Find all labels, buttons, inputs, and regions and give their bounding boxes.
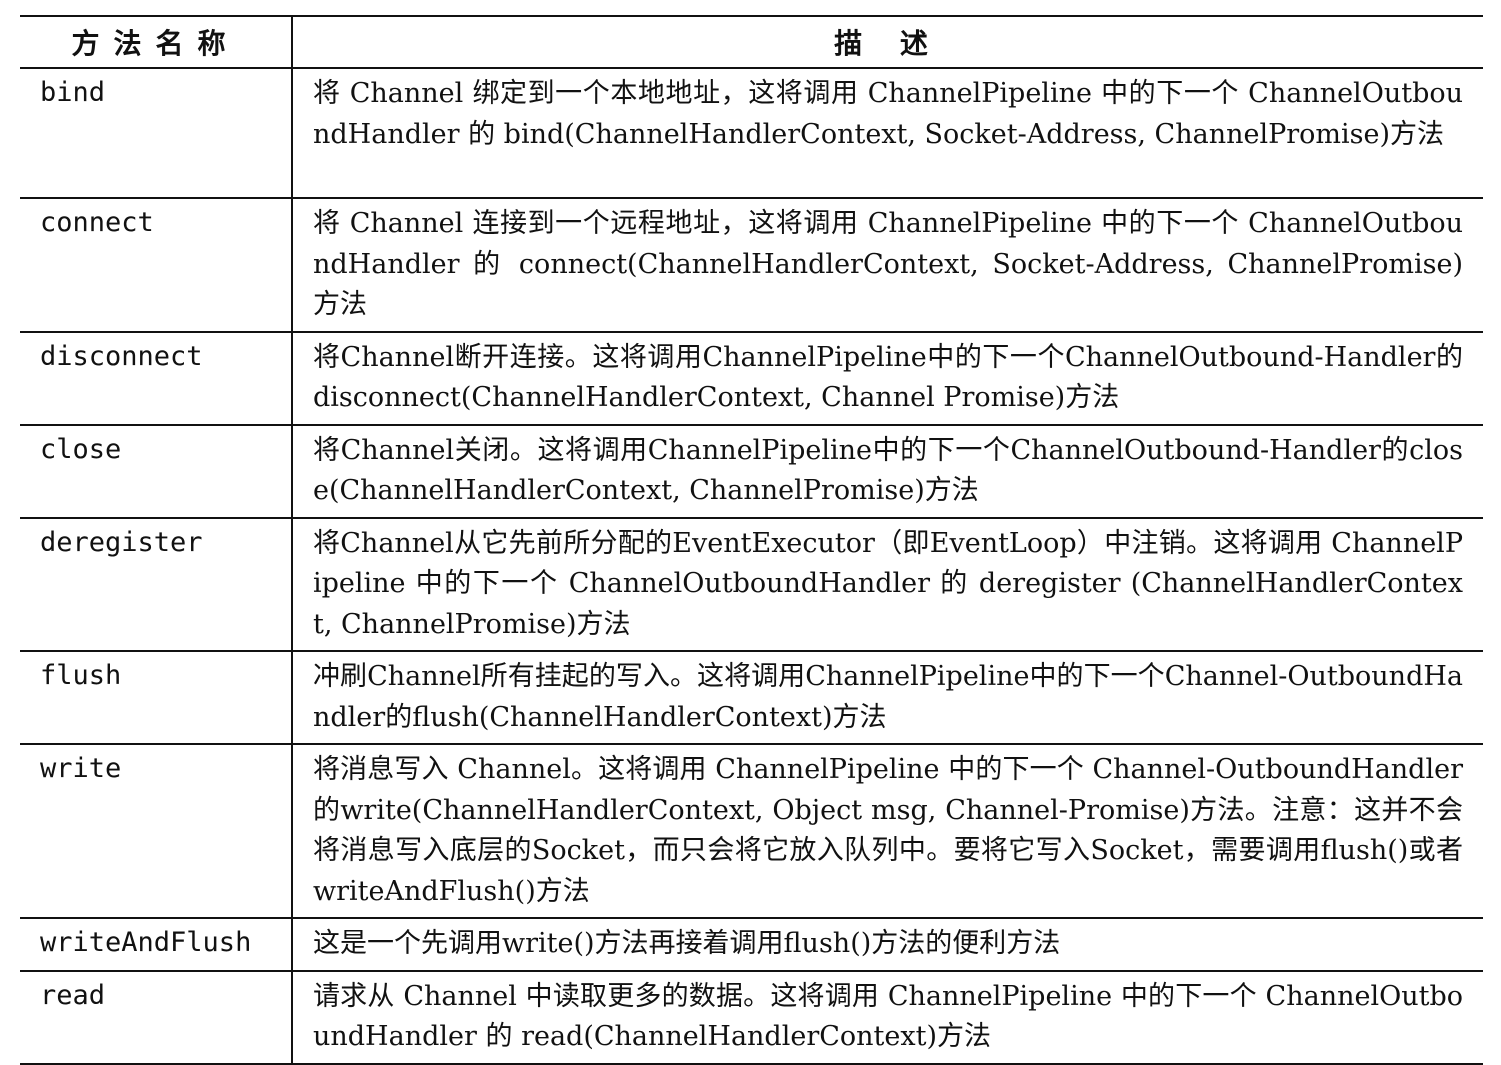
method-description-cell: 将 Channel 绑定到一个本地地址，这将调用 ChannelPipeline…	[292, 68, 1483, 199]
table-row: bind 将 Channel 绑定到一个本地地址，这将调用 ChannelPip…	[20, 68, 1483, 199]
table-row: deregister 将Channel从它先前所分配的EventExecutor…	[20, 517, 1483, 652]
method-name-cell: flush	[20, 651, 293, 745]
method-description-cell: 将Channel关闭。这将调用ChannelPipeline中的下一个Chann…	[292, 424, 1483, 519]
header-row: 方法名称 描 述	[20, 15, 1483, 69]
method-name-cell: connect	[20, 198, 293, 333]
method-name-cell: deregister	[20, 517, 293, 652]
method-description-cell: 将消息写入 Channel。这将调用 ChannelPipeline 中的下一个…	[292, 744, 1483, 919]
method-description-cell: 将 Channel 连接到一个远程地址，这将调用 ChannelPipeline…	[292, 198, 1483, 333]
method-name-cell: writeAndFlush	[20, 918, 293, 972]
table-body: bind 将 Channel 绑定到一个本地地址，这将调用 ChannelPip…	[20, 68, 1483, 1065]
table-row: disconnect 将Channel断开连接。这将调用ChannelPipel…	[20, 331, 1483, 426]
method-name-cell: read	[20, 970, 293, 1065]
column-header-method-name: 方法名称	[20, 15, 293, 69]
method-name-cell: write	[20, 744, 293, 919]
table-row: writeAndFlush 这是一个先调用write()方法再接着调用flush…	[20, 918, 1483, 972]
table-row: connect 将 Channel 连接到一个远程地址，这将调用 Channel…	[20, 198, 1483, 333]
method-description-cell: 这是一个先调用write()方法再接着调用flush()方法的便利方法	[292, 918, 1483, 972]
table-row: close 将Channel关闭。这将调用ChannelPipeline中的下一…	[20, 424, 1483, 519]
method-description-cell: 请求从 Channel 中读取更多的数据。这将调用 ChannelPipelin…	[292, 970, 1483, 1065]
method-name-cell: close	[20, 424, 293, 519]
table-row: read 请求从 Channel 中读取更多的数据。这将调用 ChannelPi…	[20, 970, 1483, 1065]
method-name-cell: disconnect	[20, 331, 293, 426]
table-header: 方法名称 描 述	[20, 15, 1483, 69]
column-header-description: 描 述	[292, 15, 1483, 69]
table-row: write 将消息写入 Channel。这将调用 ChannelPipeline…	[20, 744, 1483, 919]
table-row: flush 冲刷Channel所有挂起的写入。这将调用ChannelPipeli…	[20, 651, 1483, 745]
method-name-cell: bind	[20, 68, 293, 199]
method-description-cell: 冲刷Channel所有挂起的写入。这将调用ChannelPipeline中的下一…	[292, 651, 1483, 745]
method-table: 方法名称 描 述 bind 将 Channel 绑定到一个本地地址，这将调用 C…	[20, 15, 1483, 1065]
method-description-cell: 将Channel断开连接。这将调用ChannelPipeline中的下一个Cha…	[292, 331, 1483, 426]
method-description-cell: 将Channel从它先前所分配的EventExecutor（即EventLoop…	[292, 517, 1483, 652]
